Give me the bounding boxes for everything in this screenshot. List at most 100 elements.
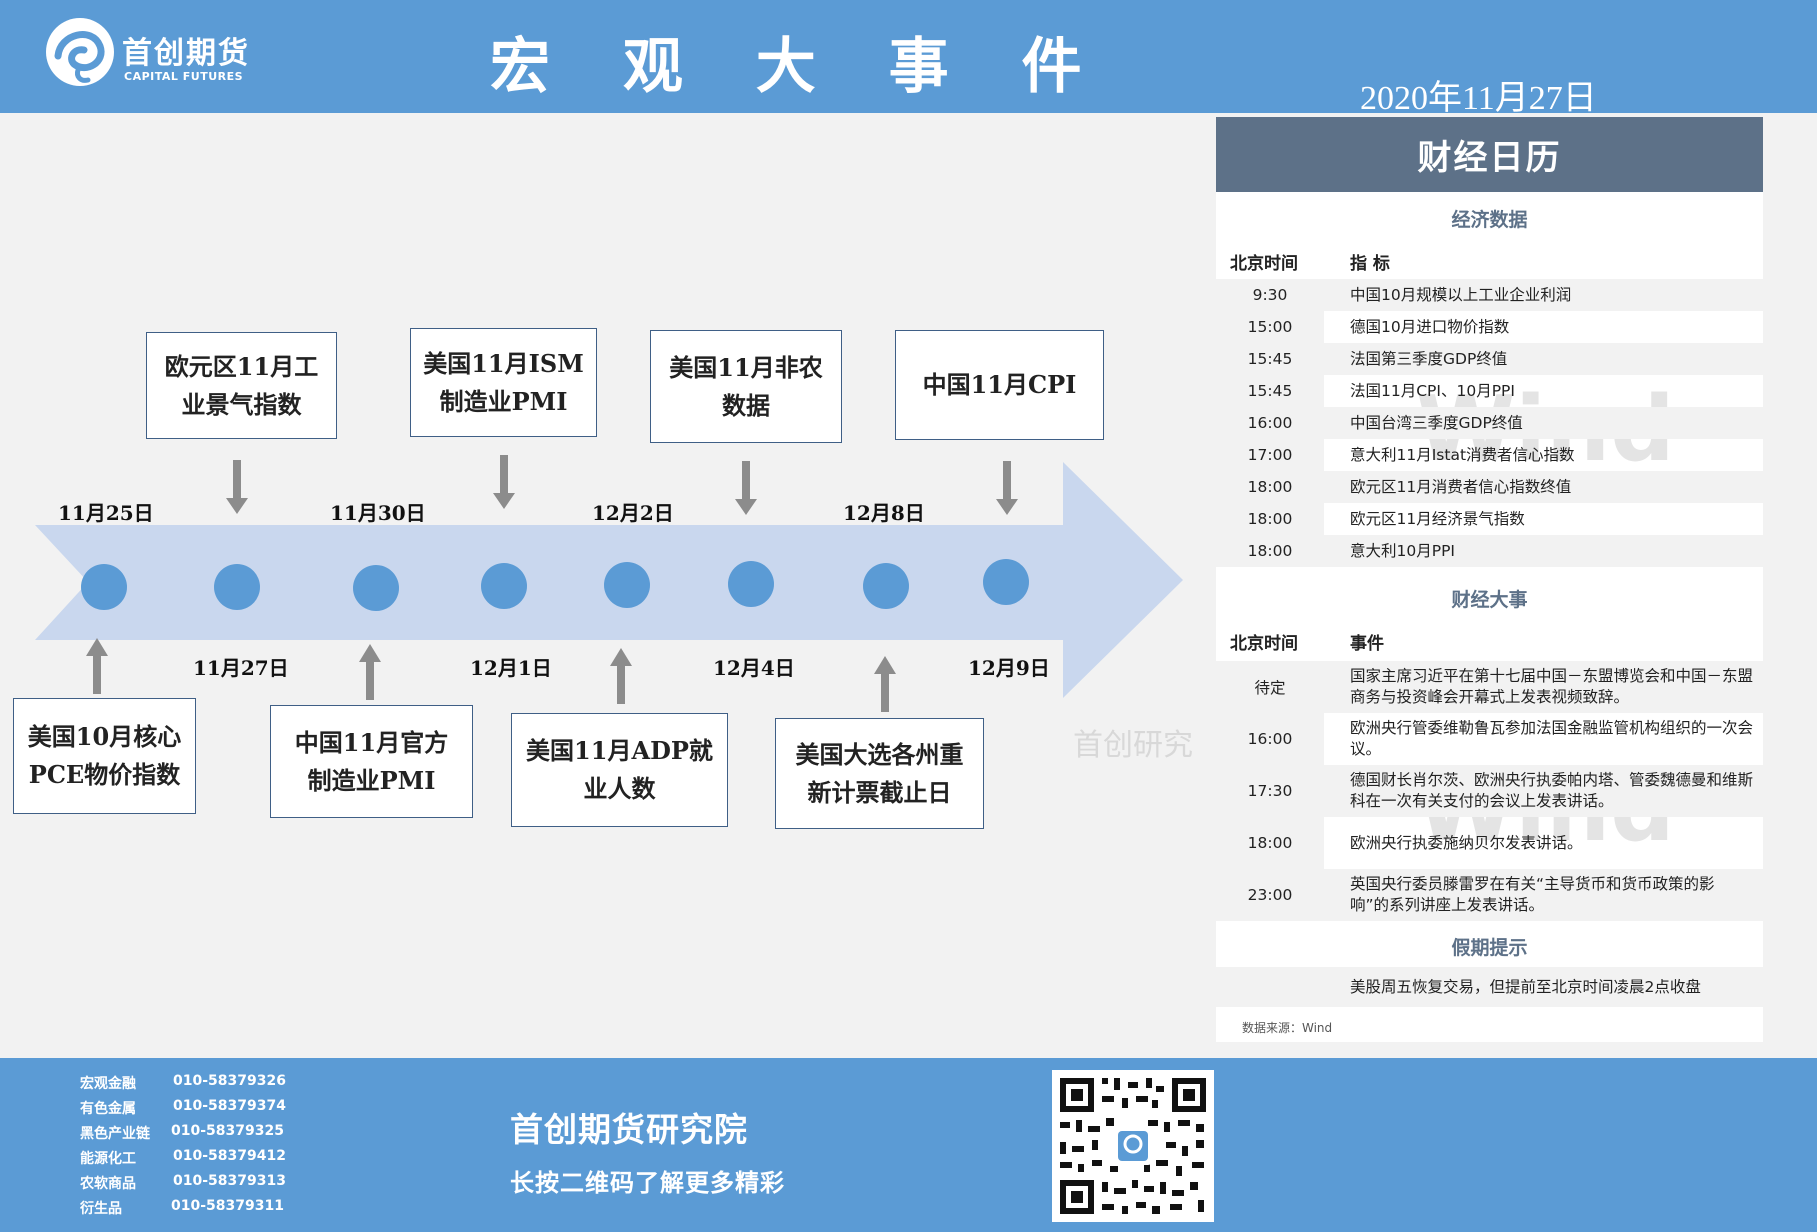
timeline-dot: [728, 561, 774, 607]
econ-item: 法国11月CPI、10月PPI: [1350, 381, 1515, 400]
event-box: 中国11月CPI: [895, 330, 1104, 440]
event-time: 17:30: [1247, 782, 1293, 800]
holiday-text: 美股周五恢复交易，但提前至北京时间凌晨2点收盘: [1350, 977, 1701, 996]
timeline-dot: [214, 564, 260, 610]
page-title: 宏 观 大 事 件: [490, 32, 1108, 102]
event-text: 中国11月CPI: [922, 370, 1077, 399]
event-text: 美国11月ISM: [423, 348, 584, 378]
data-source: 数据来源：Wind: [1242, 1021, 1333, 1035]
event-text: 中国11月官方: [294, 727, 449, 757]
brand-name-en: CAPITAL FUTURES: [124, 70, 244, 83]
econ-row: 15:45 法国11月CPI、10月PPI: [1216, 375, 1763, 407]
econ-row: 18:00 意大利10月PPI: [1216, 535, 1763, 567]
timeline-date: 12月2日: [592, 501, 674, 525]
event-row: 23:00 英国央行委员滕雷罗在有关“主导货币和货币政策的影响”的系列讲座上发表讲…: [1216, 869, 1763, 921]
brand-name-cn: 首创期货: [122, 36, 250, 71]
contact-dept: 能源化工: [80, 1151, 136, 1167]
econ-row: 18:00 欧元区11月消费者信心指数终值: [1216, 471, 1763, 503]
contact-phone: 010-58379313: [173, 1173, 286, 1189]
event-time: 23:00: [1247, 886, 1293, 904]
event-time: 16:00: [1216, 713, 1324, 765]
event-time: 18:00: [1216, 817, 1324, 869]
timeline-date: 12月9日: [968, 656, 1050, 680]
econ-row: 15:00 德国10月进口物价指数: [1216, 311, 1763, 343]
timeline-dot: [481, 563, 527, 609]
calendar-title: 财经日历: [1216, 117, 1763, 192]
econ-col-item: 指 标: [1350, 254, 1390, 274]
event-box: 欧元区11月工 业景气指数: [146, 332, 337, 439]
econ-item: 意大利11月Istat消费者信心指数: [1350, 445, 1575, 464]
event-item: 国家主席习近平在第十七届中国－东盟博览会和中国－东盟商务与投资峰会开幕式上发表视…: [1350, 667, 1754, 706]
contact-phone: 010-58379412: [173, 1148, 286, 1164]
event-box: 美国11月ADP就 业人数: [511, 713, 728, 827]
econ-col-time: 北京时间: [1230, 254, 1298, 274]
holiday-row: 美股周五恢复交易，但提前至北京时间凌晨2点收盘: [1216, 967, 1763, 1007]
footer-title: 首创期货研究院: [510, 1110, 748, 1149]
econ-time: 15:00: [1216, 311, 1324, 343]
econ-row: 18:00 欧元区11月经济景气指数: [1216, 503, 1763, 535]
event-item: 欧洲央行执委施纳贝尔发表讲话。: [1350, 833, 1583, 852]
event-text: 数据: [722, 390, 770, 420]
contact-dept: 黑色产业链: [80, 1126, 150, 1142]
econ-item: 德国10月进口物价指数: [1350, 317, 1510, 336]
event-text: 美国11月ADP就: [526, 736, 713, 765]
event-box: 美国10月核心 PCE物价指数: [13, 698, 196, 814]
event-item: 英国央行委员滕雷罗在有关“主导货币和货币政策的影响”的系列讲座上发表讲话。: [1350, 875, 1715, 914]
event-item: 德国财长肖尔茨、欧洲央行执委帕内塔、管委魏德曼和维斯科在一次有关支付的会议上发表…: [1350, 771, 1754, 810]
event-text: 美国10月核心: [27, 722, 182, 751]
qr-code-icon[interactable]: [1052, 1070, 1214, 1222]
timeline-date: 12月1日: [470, 656, 552, 680]
event-text: 美国11月非农: [669, 352, 823, 382]
econ-row: 9:30 中国10月规模以上工业企业利润: [1216, 279, 1763, 311]
header-bar: 首创期货 CAPITAL FUTURES 宏 观 大 事 件 2020年11月2…: [0, 0, 1817, 117]
contact-phone: 010-58379326: [173, 1073, 286, 1089]
econ-item: 中国10月规模以上工业企业利润: [1350, 285, 1572, 304]
event-row: 待定 国家主席习近平在第十七届中国－东盟博览会和中国－东盟商务与投资峰会开幕式上发…: [1216, 661, 1763, 713]
econ-table: 9:30 中国10月规模以上工业企业利润 15:00 德国10月进口物价指数 15:…: [1216, 279, 1763, 567]
timeline-dot: [353, 565, 399, 611]
event-time: 待定: [1254, 679, 1286, 697]
events-section-title: 财经大事: [1451, 589, 1528, 611]
timeline-date: 11月30日: [330, 501, 426, 525]
econ-time: 15:45: [1247, 350, 1293, 368]
timeline-date: 12月4日: [713, 656, 795, 680]
event-box: 美国11月非农 数据: [650, 330, 842, 443]
event-text: 欧元区11月工: [164, 351, 319, 381]
event-text: 美国大选各州重: [795, 739, 964, 769]
timeline-date: 11月25日: [58, 501, 154, 525]
event-row: 17:30 德国财长肖尔茨、欧洲央行执委帕内塔、管委魏德曼和维斯科在一次有关支付的…: [1216, 765, 1763, 817]
report-date: 2020年11月27日: [1360, 80, 1597, 117]
research-watermark: 首创研究: [1073, 728, 1193, 763]
econ-row: 17:00 意大利11月Istat消费者信心指数: [1216, 439, 1763, 471]
event-text: 制造业PMI: [439, 386, 568, 416]
contact-phone: 010-58379311: [171, 1198, 284, 1214]
event-text: 业人数: [583, 774, 656, 803]
event-box: 美国11月ISM 制造业PMI: [410, 328, 597, 437]
econ-item: 欧元区11月经济景气指数: [1350, 509, 1525, 528]
event-text: 业景气指数: [181, 389, 302, 419]
event-text: PCE物价指数: [28, 760, 181, 789]
contact-dept: 衍生品: [80, 1201, 122, 1217]
timeline-dot: [81, 564, 127, 610]
event-text: 制造业PMI: [307, 765, 436, 795]
calendar-panel: 财经日历 Wind Wind 经济数据 北京时间 指 标 9:30中国10月规模…: [1216, 117, 1763, 1042]
contact-dept: 宏观金融: [80, 1076, 136, 1092]
timeline-date: 11月27日: [193, 656, 289, 680]
econ-item: 中国台湾三季度GDP终值: [1350, 413, 1523, 432]
footer-subtitle: 长按二维码了解更多精彩: [510, 1169, 785, 1197]
capital-futures-logo-icon: [46, 18, 114, 86]
econ-time: 16:00: [1247, 414, 1293, 432]
event-text: 新计票截止日: [807, 777, 952, 807]
econ-row: 16:00 中国台湾三季度GDP终值: [1216, 407, 1763, 439]
timeline-dot: [863, 563, 909, 609]
econ-item: 欧元区11月消费者信心指数终值: [1350, 477, 1572, 496]
timeline-dot: [604, 562, 650, 608]
econ-time: 18:00: [1216, 503, 1324, 535]
contact-phone: 010-58379325: [171, 1123, 284, 1139]
econ-time: 18:00: [1247, 478, 1293, 496]
event-row: 16:00 欧洲央行管委维勒鲁瓦参加法国金融监管机构组织的一次会议。: [1216, 713, 1763, 765]
event-box: 美国大选各州重 新计票截止日: [775, 718, 984, 829]
timeline-dot: [983, 559, 1029, 605]
timeline-date: 12月8日: [843, 501, 925, 525]
econ-time: 18:00: [1247, 542, 1293, 560]
